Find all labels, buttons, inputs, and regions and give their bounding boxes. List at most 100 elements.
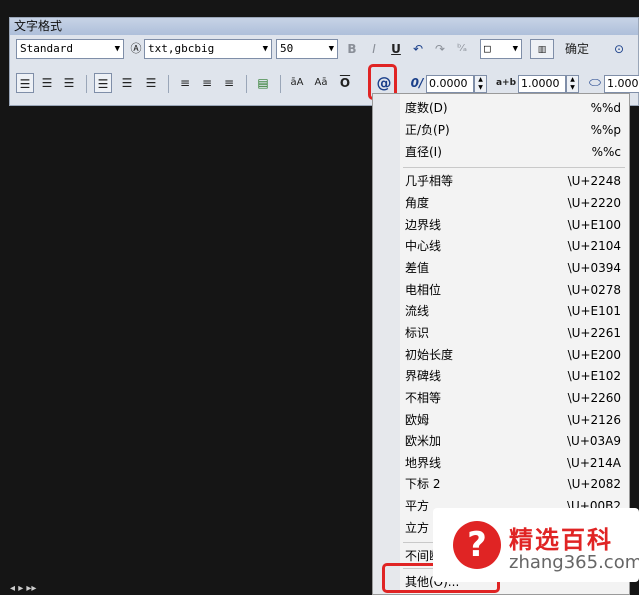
- toolbar-divider: [86, 75, 87, 93]
- options-button[interactable]: ⊙: [610, 39, 628, 59]
- menu-item-label: 不相等: [405, 391, 442, 405]
- menu-item-code: %%d: [590, 101, 621, 115]
- width-factor-input[interactable]: 1.000: [604, 75, 639, 93]
- align-right-button[interactable]: ☰: [60, 73, 78, 93]
- menu-item-angle[interactable]: 角度 \U+2220: [405, 193, 621, 213]
- menu-item-code: \U+2104: [567, 239, 621, 253]
- menu-item-code: \U+2260: [567, 391, 621, 405]
- text-style-value: Standard: [20, 42, 73, 55]
- watermark-title: 精选百科: [509, 526, 613, 554]
- chevron-down-icon: ▼: [114, 44, 120, 54]
- lettering-button[interactable]: ≡: [220, 73, 238, 93]
- menu-item-label: 标识: [405, 326, 430, 340]
- undo-button[interactable]: ↶: [410, 39, 426, 59]
- menu-item-code: \U+0278: [567, 283, 621, 297]
- menu-item-flow-line[interactable]: 流线 \U+E101: [405, 301, 621, 321]
- menu-item-code: \U+2220: [567, 196, 621, 210]
- menu-separator: [403, 167, 625, 168]
- menu-item-label: 界碑线: [405, 369, 442, 383]
- menu-item-code: \U+03A9: [567, 434, 621, 448]
- overline-icon[interactable]: O: [336, 73, 354, 93]
- font-icon: Ⓐ: [130, 42, 142, 55]
- menu-item-code: \U+E100: [567, 218, 621, 232]
- menu-icon-strip: [373, 94, 400, 594]
- toolbar-row-1: Standard ▼ Ⓐ txt,gbcbig ▼ 50 ▼ B I U ↶ ↷…: [14, 39, 638, 61]
- tracking-input[interactable]: 1.0000: [518, 75, 566, 93]
- tracking-spinner[interactable]: ▲ ▼: [566, 75, 579, 93]
- menu-item-identity[interactable]: 标识 \U+2261: [405, 323, 621, 343]
- menu-item-initial-length[interactable]: 初始长度 \U+E200: [405, 345, 621, 365]
- chevron-down-icon: ▼: [512, 44, 518, 54]
- lowercase-icon[interactable]: Aā: [312, 73, 330, 93]
- menu-item-code: \U+0394: [567, 261, 621, 275]
- menu-item-ohm[interactable]: 欧姆 \U+2126: [405, 410, 621, 430]
- oblique-spinner[interactable]: ▲ ▼: [474, 75, 487, 93]
- menu-item-code: %%c: [591, 145, 621, 159]
- oblique-angle-input[interactable]: 0.0000: [426, 75, 474, 93]
- menu-item-code: \U+214A: [567, 456, 621, 470]
- menu-item-label: 中心线: [405, 239, 442, 253]
- menu-item-degree[interactable]: 度数(D) %%d: [405, 98, 621, 118]
- menu-item-almost-equal[interactable]: 几乎相等 \U+2248: [405, 171, 621, 191]
- menu-item-plus-minus[interactable]: 正/负(P) %%p: [405, 120, 621, 140]
- oblique-angle-icon: 0/: [410, 76, 424, 90]
- menu-item-code: \U+2082: [567, 477, 621, 491]
- underline-button[interactable]: U: [388, 39, 404, 59]
- redo-button[interactable]: ↷: [432, 39, 448, 59]
- menu-item-monument-line[interactable]: 界碑线 \U+E102: [405, 366, 621, 386]
- toolbar-divider: [280, 75, 281, 93]
- ruler-button[interactable]: ▥: [530, 39, 554, 59]
- watermark-logo: ? 精选百科 zhang365.com: [433, 508, 639, 582]
- text-height-value: 50: [280, 42, 294, 55]
- menu-item-code: %%p: [590, 123, 621, 137]
- numbering-button[interactable]: ≡: [176, 73, 194, 93]
- menu-item-property-line[interactable]: 地界线 \U+214A: [405, 453, 621, 473]
- align-middle-button[interactable]: ☰: [118, 73, 136, 93]
- menu-item-omega[interactable]: 欧米加 \U+03A9: [405, 431, 621, 451]
- bold-button[interactable]: B: [344, 39, 360, 59]
- align-bottom-button[interactable]: ☰: [142, 73, 160, 93]
- text-height-combo[interactable]: 50 ▼: [276, 39, 338, 59]
- color-combo[interactable]: □ ▼: [480, 39, 522, 59]
- menu-item-code: \U+2261: [567, 326, 621, 340]
- insert-field-icon[interactable]: ▤: [254, 73, 272, 93]
- menu-item-center-line[interactable]: 中心线 \U+2104: [405, 236, 621, 256]
- menu-item-label: 平方: [405, 499, 430, 513]
- layout-tabs-strip: ◂ ▸ ▸▸: [0, 582, 370, 595]
- menu-item-label: 角度: [405, 196, 430, 210]
- menu-item-label: 直径(I): [405, 145, 442, 159]
- text-style-combo[interactable]: Standard ▼: [16, 39, 124, 59]
- menu-item-not-equal[interactable]: 不相等 \U+2260: [405, 388, 621, 408]
- menu-item-subscript-2[interactable]: 下标 2 \U+2082: [405, 474, 621, 494]
- menu-item-diameter[interactable]: 直径(I) %%c: [405, 142, 621, 162]
- align-center-button[interactable]: ☰: [38, 73, 56, 93]
- menu-item-label: 下标 2: [405, 477, 441, 491]
- font-combo[interactable]: txt,gbcbig ▼: [144, 39, 272, 59]
- tracking-icon: a+b: [495, 78, 517, 88]
- menu-item-delta[interactable]: 差值 \U+0394: [405, 258, 621, 278]
- menu-item-electrical-phase[interactable]: 电相位 \U+0278: [405, 280, 621, 300]
- align-left-button[interactable]: ☰: [16, 73, 34, 93]
- tab-arrows-icon[interactable]: ◂ ▸ ▸▸: [10, 583, 36, 594]
- bullets-button[interactable]: ≡: [198, 73, 216, 93]
- width-factor-icon: ⬭: [589, 75, 601, 91]
- menu-item-boundary-line[interactable]: 边界线 \U+E100: [405, 215, 621, 235]
- italic-button[interactable]: I: [366, 39, 382, 59]
- toolbar-divider: [246, 75, 247, 93]
- menu-item-label: 地界线: [405, 456, 442, 470]
- watermark-url: zhang365.com: [509, 552, 639, 573]
- menu-item-label: 欧姆: [405, 413, 430, 427]
- menu-item-code: \U+E102: [567, 369, 621, 383]
- stack-icon[interactable]: ᵇ⁄ₐ: [454, 39, 470, 59]
- window-title: 文字格式: [10, 18, 638, 35]
- menu-item-code: \U+2126: [567, 413, 621, 427]
- uppercase-icon[interactable]: āA: [288, 73, 306, 93]
- color-swatch-icon: □: [484, 42, 491, 55]
- menu-item-label: 正/负(P): [405, 123, 450, 137]
- menu-item-code: \U+E200: [567, 348, 621, 362]
- align-top-button[interactable]: ☰: [94, 73, 112, 93]
- question-mark-icon: ?: [453, 521, 501, 569]
- confirm-button[interactable]: 确定: [562, 39, 592, 59]
- menu-item-code: \U+2248: [567, 174, 621, 188]
- chevron-down-icon: ▼: [328, 44, 334, 54]
